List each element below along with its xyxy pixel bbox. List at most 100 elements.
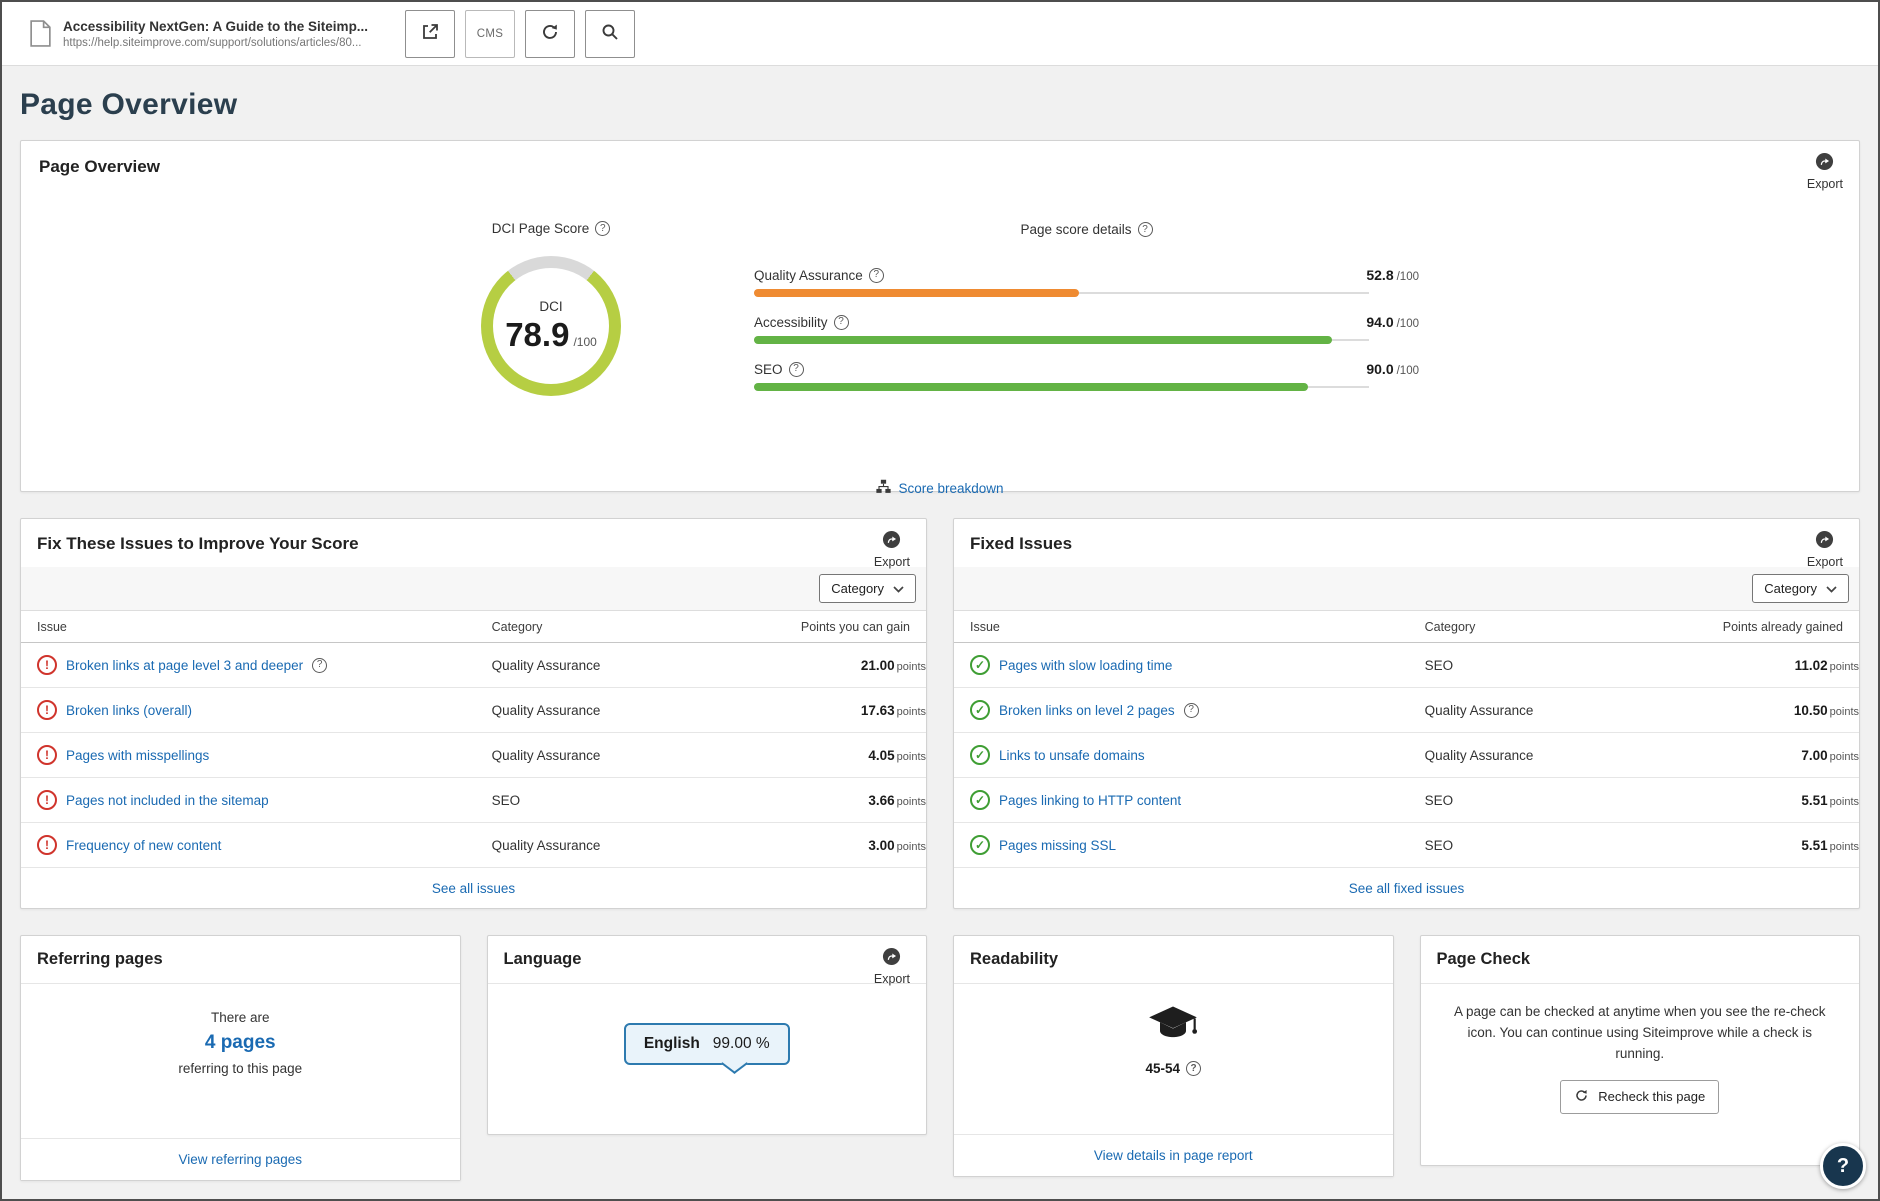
- fix-issues-card: Fix These Issues to Improve Your Score E…: [20, 518, 927, 909]
- dci-score-denominator: /100: [573, 334, 597, 349]
- help-info-icon[interactable]: ?: [788, 361, 804, 377]
- readability-title: Readability: [954, 936, 1393, 984]
- dci-score-value: 78.9: [505, 315, 570, 353]
- view-page-report-link[interactable]: View details in page report: [1094, 1148, 1253, 1163]
- screen: Accessibility NextGen: A Guide to the Si…: [0, 0, 1880, 1201]
- check-icon: ✓: [970, 745, 990, 765]
- issue-points: 17.63 points: [735, 687, 926, 733]
- language-export-button[interactable]: Export: [874, 947, 910, 986]
- table-row: ✓ Links to unsafe domains Quality Assura…: [954, 732, 1859, 778]
- inspect-page-button[interactable]: [585, 9, 635, 58]
- issue-points: 5.51 points: [1668, 822, 1859, 868]
- issue-category: Quality Assurance: [491, 642, 736, 688]
- score-bar-fill: [754, 336, 1333, 344]
- page-check-card: Page Check A page can be checked at anyt…: [1419, 935, 1860, 1166]
- issue-link[interactable]: Broken links at page level 3 and deeper: [66, 658, 303, 673]
- fixed-issues-category-filter[interactable]: Category: [1752, 574, 1849, 603]
- help-info-icon[interactable]: ?: [595, 221, 611, 236]
- help-button[interactable]: ?: [1820, 1143, 1866, 1189]
- overview-card-title: Page Overview: [39, 157, 160, 176]
- issue-link[interactable]: Broken links on level 2 pages: [999, 703, 1175, 718]
- language-percent: 99.00 %: [712, 1035, 770, 1052]
- help-info-icon[interactable]: ?: [1186, 1061, 1202, 1076]
- category-filter-label: Category: [1764, 581, 1817, 596]
- issue-points: 3.00 points: [735, 822, 926, 868]
- language-card: Language Export English 99.00 %: [486, 935, 927, 1135]
- issue-link[interactable]: Links to unsafe domains: [999, 748, 1145, 763]
- category-filter-label: Category: [831, 581, 884, 596]
- issue-link[interactable]: Pages missing SSL: [999, 838, 1116, 853]
- table-row: ! Broken links (overall) Quality Assuran…: [21, 687, 926, 733]
- dci-donut: DCI 78.9 /100: [481, 256, 621, 396]
- help-info-icon[interactable]: ?: [868, 267, 884, 283]
- score-bar-fill: [754, 289, 1079, 297]
- cms-button[interactable]: CMS: [465, 9, 515, 58]
- export-icon: [882, 947, 901, 969]
- issue-link[interactable]: Pages with slow loading time: [999, 658, 1172, 673]
- issue-points: 10.50 points: [1668, 687, 1859, 733]
- export-label: Export: [873, 555, 910, 569]
- see-all-fixed-issues-link[interactable]: See all fixed issues: [1349, 881, 1465, 896]
- graduation-cap-icon: [1147, 1006, 1199, 1052]
- issue-link[interactable]: Pages linking to HTTP content: [999, 793, 1181, 808]
- score-bar-quality-assurance: Quality Assurance ? 52.8/100: [754, 267, 1419, 297]
- see-all-issues-link[interactable]: See all issues: [432, 881, 515, 896]
- issue-category: SEO: [491, 777, 736, 823]
- error-icon: !: [37, 835, 57, 855]
- table-row: ✓ Broken links on level 2 pages ? Qualit…: [954, 687, 1859, 733]
- fix-issues-export-button[interactable]: Export: [874, 530, 910, 569]
- column-header-points: Points you can gain: [735, 611, 926, 643]
- dci-score-block: DCI Page Score ? DCI 78.9 /100: [431, 221, 671, 396]
- help-info-icon[interactable]: ?: [1183, 702, 1199, 718]
- referring-count-link[interactable]: 4 pages: [21, 1032, 460, 1054]
- issue-points: 5.51 points: [1668, 777, 1859, 823]
- bar-denominator: /100: [1396, 318, 1419, 330]
- help-info-icon[interactable]: ?: [1137, 222, 1153, 237]
- help-info-icon[interactable]: ?: [312, 657, 328, 673]
- issue-category: SEO: [1424, 777, 1669, 823]
- recheck-page-button[interactable]: [525, 9, 575, 58]
- referring-pages-title: Referring pages: [21, 936, 460, 984]
- bar-label: Quality Assurance: [754, 267, 863, 283]
- fixed-issues-export-button[interactable]: Export: [1807, 530, 1843, 569]
- page-overview-card: Page Overview Export DCI Page Score ? DC…: [20, 140, 1860, 496]
- issue-category: Quality Assurance: [1424, 732, 1669, 778]
- bar-label: Accessibility: [754, 314, 828, 330]
- export-label: Export: [1806, 555, 1843, 569]
- dci-name: DCI: [539, 298, 563, 314]
- column-header-issue: Issue: [954, 611, 1425, 643]
- column-header-category: Category: [1424, 611, 1669, 643]
- table-row: ✓ Pages linking to HTTP content SEO 5.51…: [954, 777, 1859, 823]
- issue-link[interactable]: Pages not included in the sitemap: [66, 793, 269, 808]
- fix-issues-category-filter[interactable]: Category: [819, 574, 916, 603]
- error-icon: !: [37, 745, 57, 765]
- issue-link[interactable]: Frequency of new content: [66, 838, 221, 853]
- current-page-info: Accessibility NextGen: A Guide to the Si…: [63, 19, 379, 49]
- export-icon: [882, 530, 901, 552]
- open-page-button[interactable]: [405, 9, 455, 58]
- export-icon: [1815, 530, 1834, 552]
- readability-score: 45-54: [1145, 1061, 1181, 1076]
- issue-link[interactable]: Pages with misspellings: [66, 748, 209, 763]
- issue-link[interactable]: Broken links (overall): [66, 703, 192, 718]
- issue-category: SEO: [1424, 642, 1669, 688]
- score-breakdown-link[interactable]: Score breakdown: [898, 481, 1003, 496]
- bar-value: 90.0: [1366, 361, 1394, 377]
- current-page-title: Accessibility NextGen: A Guide to the Si…: [63, 18, 369, 34]
- table-row: ✓ Pages with slow loading time SEO 11.02…: [954, 642, 1859, 688]
- table-row: ! Broken links at page level 3 and deepe…: [21, 642, 926, 688]
- issue-category: Quality Assurance: [491, 822, 736, 868]
- fixed-issues-card: Fixed Issues Export Category Issue Categ…: [953, 518, 1860, 909]
- view-referring-pages-link[interactable]: View referring pages: [178, 1152, 302, 1167]
- referring-pages-card: Referring pages There are 4 pages referr…: [20, 935, 461, 1181]
- recheck-this-page-button[interactable]: Recheck this page: [1560, 1079, 1720, 1114]
- page-action-toolbar: CMS: [405, 9, 635, 58]
- table-row: ! Pages with misspellings Quality Assura…: [21, 732, 926, 778]
- current-page-url: https://help.siteimprove.com/support/sol…: [63, 36, 362, 49]
- bar-value: 94.0: [1366, 314, 1394, 330]
- bar-value: 52.8: [1366, 267, 1394, 283]
- check-icon: ✓: [970, 835, 990, 855]
- help-info-icon[interactable]: ?: [833, 314, 849, 330]
- error-icon: !: [37, 700, 57, 720]
- check-icon: ✓: [970, 790, 990, 810]
